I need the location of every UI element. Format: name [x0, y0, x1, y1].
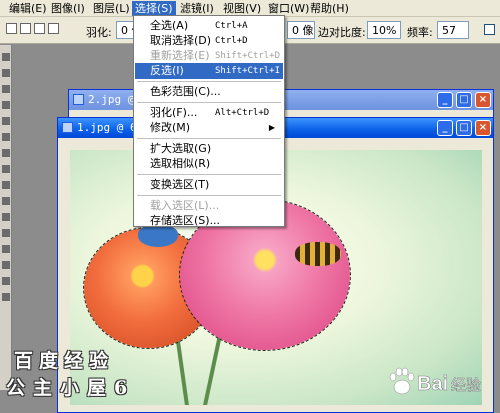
menu-load-selection: 载入选区(L)...: [150, 199, 220, 212]
watermark-line2: 公主小屋6: [6, 377, 136, 399]
feather-field[interactable]: [116, 21, 134, 39]
minimize-icon[interactable]: _: [437, 92, 453, 108]
width-field[interactable]: [287, 21, 315, 39]
notes-tool-icon[interactable]: [2, 245, 10, 253]
submenu-arrow-icon: ▶: [268, 123, 275, 132]
stamp-tool-icon[interactable]: [2, 117, 10, 125]
menu-deselect[interactable]: 取消选择(D) Ctrl+D: [135, 33, 283, 49]
menu-reselect: 重新选择(E) Shift+Ctrl+D: [150, 49, 281, 62]
menu-edit[interactable]: 编辑(E): [6, 1, 50, 16]
document-icon: [62, 122, 73, 133]
menu-separator: [137, 138, 281, 139]
baidu-paw-icon: Bai 经验: [389, 367, 481, 395]
menu-view[interactable]: 视图(V): [220, 1, 264, 16]
pen-pressure-checkbox[interactable]: [484, 24, 495, 35]
dodge-tool-icon[interactable]: [2, 165, 10, 173]
pen-tool-icon[interactable]: [2, 181, 10, 189]
add-selection-icon[interactable]: [20, 23, 31, 34]
maximize-icon[interactable]: □: [456, 120, 472, 136]
watermark-line1: 百度经验: [14, 350, 115, 372]
menu-select-all[interactable]: 全选(A) Ctrl+A: [135, 18, 283, 34]
menu-modify[interactable]: 修改(M) ▶: [135, 120, 283, 136]
gradient-tool-icon[interactable]: [2, 149, 10, 157]
close-icon[interactable]: ×: [475, 120, 491, 136]
menu-inverse[interactable]: 反选(I) Shift+Ctrl+I: [135, 63, 283, 79]
document-icon: [73, 94, 84, 105]
intersect-selection-icon[interactable]: [48, 23, 59, 34]
baidu-logo: Bai 经验: [383, 363, 493, 406]
menu-layer[interactable]: 图层(L): [90, 1, 133, 16]
document-2-title: 2.jpg @: [88, 93, 135, 106]
shape-tool-icon[interactable]: [2, 229, 10, 237]
baidu-logo-suffix: 经验: [451, 376, 481, 394]
flower-stem: [202, 335, 222, 405]
zoom-tool-icon[interactable]: [2, 293, 10, 301]
minimize-icon[interactable]: _: [437, 120, 453, 136]
path-tool-icon[interactable]: [2, 213, 10, 221]
edge-contrast-field[interactable]: [367, 21, 401, 39]
lasso-tool-icon[interactable]: [2, 69, 10, 77]
menu-image[interactable]: 图像(I): [48, 1, 88, 16]
menu-grow[interactable]: 扩大选取(G): [135, 141, 283, 157]
menu-transform-selection[interactable]: 变换选区(T): [135, 177, 283, 193]
baidu-logo-text: Bai: [417, 373, 448, 395]
menu-separator: [137, 81, 281, 82]
menu-filter[interactable]: 滤镜(I): [177, 1, 217, 16]
bee: [295, 242, 341, 266]
eyedropper-tool-icon[interactable]: [2, 261, 10, 269]
brush-tool-icon[interactable]: [2, 101, 10, 109]
crop-tool-icon[interactable]: [2, 85, 10, 93]
menu-separator: [137, 102, 281, 103]
new-selection-icon[interactable]: [6, 23, 17, 34]
edge-contrast-label: 边对比度:: [318, 26, 366, 39]
menu-save-selection[interactable]: 存储选区(S)...: [135, 213, 283, 229]
eraser-tool-icon[interactable]: [2, 133, 10, 141]
menu-separator: [137, 174, 281, 175]
subtract-selection-icon[interactable]: [34, 23, 45, 34]
toolbox-panel: [0, 45, 12, 390]
menu-window[interactable]: 窗口(W): [265, 1, 312, 16]
menu-separator: [137, 195, 281, 196]
frequency-field[interactable]: [437, 21, 469, 39]
document-1-title: 1.jpg @ 6: [77, 121, 137, 134]
type-tool-icon[interactable]: [2, 197, 10, 205]
menu-color-range[interactable]: 色彩范围(C)...: [135, 84, 283, 100]
hand-tool-icon[interactable]: [2, 277, 10, 285]
menu-similar[interactable]: 选取相似(R): [135, 156, 283, 172]
frequency-label: 频率:: [407, 26, 433, 39]
feather-label: 羽化:: [86, 26, 112, 39]
menu-help[interactable]: 帮助(H): [307, 1, 352, 16]
close-icon[interactable]: ×: [475, 92, 491, 108]
menu-select[interactable]: 选择(S): [132, 1, 176, 16]
select-menu-dropdown: 全选(A) Ctrl+A 取消选择(D) Ctrl+D 重新选择(E) Shift+C…: [133, 15, 285, 227]
maximize-icon[interactable]: □: [456, 92, 472, 108]
marquee-tool-icon[interactable]: [2, 53, 10, 61]
menu-feather[interactable]: 羽化(F)... Alt+Ctrl+D: [135, 105, 283, 121]
